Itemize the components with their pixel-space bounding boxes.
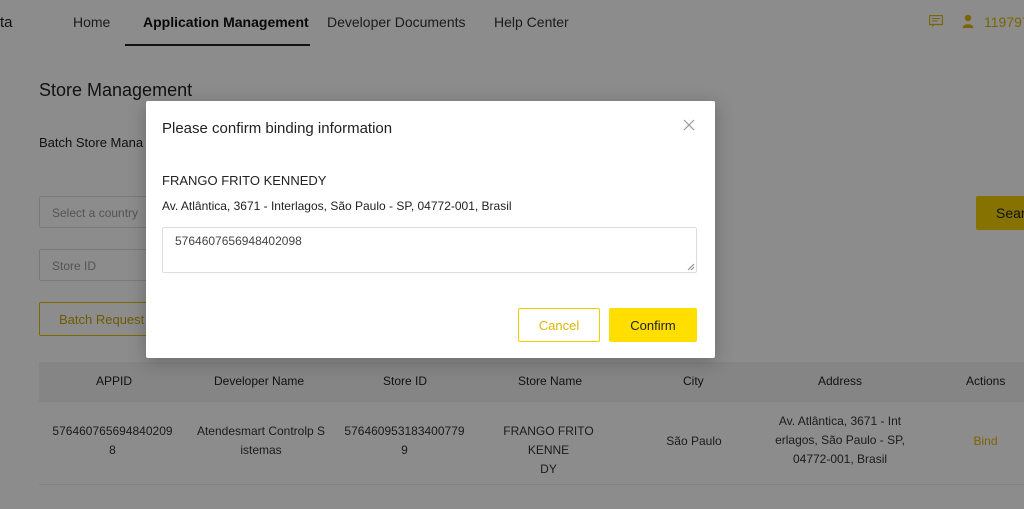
cancel-button[interactable]: Cancel [518,308,600,342]
dialog-store-address: Av. Atlântica, 3671 - Interlagos, São Pa… [162,199,512,213]
appid-textarea[interactable]: 5764607656948402098 [162,227,697,273]
resize-handle-icon[interactable] [687,263,695,271]
dialog-store-name: FRANGO FRITO KENNEDY [162,173,327,188]
dialog-title: Please confirm binding information [162,120,393,137]
close-icon[interactable] [682,118,696,132]
confirm-button[interactable]: Confirm [609,308,697,342]
confirm-binding-dialog: Please confirm binding information FRANG… [146,101,715,358]
